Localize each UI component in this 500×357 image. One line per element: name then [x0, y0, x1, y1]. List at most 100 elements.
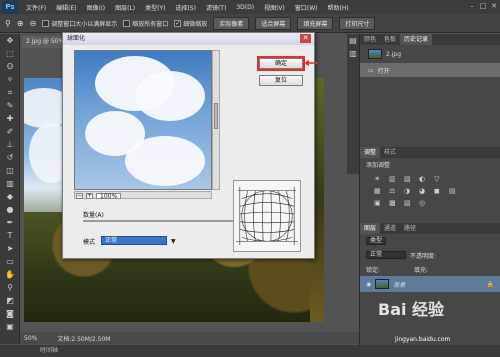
shape-tool-icon[interactable]: ▭ [0, 255, 20, 268]
zoom-tool-icon[interactable]: ⚲ [0, 281, 20, 294]
red-arrow-icon [304, 60, 318, 66]
minimize-icon[interactable]: – [468, 2, 476, 10]
cloud-shape [125, 136, 205, 186]
resize-windows-checkbox[interactable]: 调整窗口大小以满屏显示 [42, 19, 117, 28]
menu-select[interactable]: 选择(S) [170, 3, 201, 12]
lock-label: 锁定: [366, 266, 381, 274]
tab-history[interactable]: 历史记录 [400, 34, 433, 45]
hand-tool-icon[interactable]: ✋ [0, 268, 20, 281]
scrubby-zoom-checkbox[interactable]: ✓ 细微缩放 [174, 19, 207, 28]
menu-window[interactable]: 窗口(W) [290, 3, 323, 12]
blur-tool-icon[interactable]: ◆ [0, 190, 20, 203]
history-brush-tool-icon[interactable]: ↺ [0, 151, 20, 164]
zoom-level[interactable]: 50% [24, 335, 37, 342]
ok-button[interactable]: 确定 [257, 56, 305, 71]
gradient-map-icon[interactable]: ◎ [419, 199, 430, 207]
exposure-icon[interactable]: ◐ [419, 175, 430, 183]
levels-icon[interactable]: ▥ [389, 175, 400, 183]
color-balance-icon[interactable]: ⚖ [389, 187, 400, 195]
zoom-tool-icon[interactable]: ⚲ [5, 19, 11, 28]
quick-mask-icon[interactable]: ◙ [0, 307, 20, 320]
posterize-icon[interactable]: ▩ [389, 199, 400, 207]
chevron-down-icon[interactable]: ▼ [171, 238, 176, 245]
gradient-tool-icon[interactable]: ▥ [0, 177, 20, 190]
menu-edit[interactable]: 编辑(E) [51, 3, 81, 12]
layer-background[interactable]: ◉ 背景 🔒 [360, 276, 500, 292]
tab-color[interactable]: 颜色 [360, 34, 380, 45]
zoom-in-icon[interactable]: ⊕ [17, 19, 24, 28]
opacity-label: 不透明度: [410, 252, 437, 260]
eyedropper-tool-icon[interactable]: ✎ [0, 99, 20, 112]
channel-mixer-icon[interactable]: ◼ [434, 187, 445, 195]
brush-tool-icon[interactable]: ✐ [0, 125, 20, 138]
eraser-tool-icon[interactable]: ◫ [0, 164, 20, 177]
curves-icon[interactable]: ▧ [404, 175, 415, 183]
layer-kind-filter[interactable]: 类型 [366, 237, 387, 245]
zoom-out-button[interactable]: − [76, 193, 83, 199]
baidu-watermark: Bai 经验 [378, 300, 445, 319]
menu-filter[interactable]: 滤镜(T) [201, 3, 231, 12]
mode-select[interactable]: 正常 [101, 236, 167, 245]
invert-icon[interactable]: ▣ [374, 199, 385, 207]
history-icon[interactable]: ▤ [347, 34, 359, 47]
menu-help[interactable]: 帮助(H) [323, 3, 354, 12]
history-open-icon: ▭ [368, 66, 374, 74]
doc-info[interactable]: 文档:2.50M/2.50M [57, 334, 110, 343]
screen-mode-icon[interactable]: ▣ [0, 320, 20, 333]
scrollbar-thumb[interactable] [214, 103, 218, 129]
brightness-icon[interactable]: ☀ [374, 175, 385, 183]
crop-tool-icon[interactable]: ⌗ [0, 86, 20, 99]
blend-mode-select[interactable]: 正常 [366, 251, 406, 259]
maximize-icon[interactable]: □ [479, 2, 487, 10]
menu-image[interactable]: 图像(I) [82, 3, 110, 12]
clone-stamp-tool-icon[interactable]: ⊥ [0, 138, 20, 151]
menu-layer[interactable]: 图层(L) [110, 3, 140, 12]
eye-icon[interactable]: ◉ [366, 281, 371, 288]
close-icon[interactable]: ✕ [300, 34, 311, 43]
hue-saturation-icon[interactable]: ▦ [374, 187, 385, 195]
threshold-icon[interactable]: ▨ [404, 199, 415, 207]
watermark-url: jingyan.baidu.com [395, 336, 451, 343]
menu-3d[interactable]: 3D(D) [231, 4, 259, 11]
zoom-all-windows-checkbox[interactable]: 缩放所有窗口 [123, 19, 168, 28]
move-tool-icon[interactable]: ✥ [0, 34, 20, 47]
menu-type[interactable]: 类型(Y) [140, 3, 170, 12]
zoom-in-button[interactable]: + [86, 193, 93, 199]
fit-screen-button[interactable]: 适合屏幕 [255, 16, 292, 30]
timeline-panel-tab[interactable]: 时间轴 [0, 345, 500, 357]
color-swatches-icon[interactable]: ◩ [0, 294, 20, 307]
tab-channels[interactable]: 通道 [380, 223, 400, 234]
marquee-tool-icon[interactable]: ⬚ [0, 47, 20, 60]
zoom-out-icon[interactable]: ⊖ [30, 19, 37, 28]
actual-pixels-button[interactable]: 实际像素 [213, 16, 250, 30]
properties-icon[interactable]: ▥ [347, 47, 359, 60]
close-icon[interactable]: ✕ [490, 2, 498, 10]
dodge-tool-icon[interactable]: ● [0, 203, 20, 216]
pen-tool-icon[interactable]: ✒ [0, 216, 20, 229]
lock-icon: 🔒 [486, 280, 494, 288]
filter-preview[interactable] [74, 50, 212, 190]
tab-layers[interactable]: 图层 [360, 223, 381, 234]
tab-adjustments[interactable]: 调整 [360, 147, 381, 158]
color-lookup-icon[interactable]: ▤ [449, 187, 460, 195]
vibrance-icon[interactable]: ▽ [434, 175, 445, 183]
tab-swatches[interactable]: 色板 [380, 34, 400, 45]
magic-wand-tool-icon[interactable]: ✧ [0, 73, 20, 86]
menu-file[interactable]: 文件(F) [21, 3, 51, 12]
history-snapshot[interactable]: 2.jpg [360, 45, 500, 63]
fill-screen-button[interactable]: 填充屏幕 [297, 16, 334, 30]
black-white-icon[interactable]: ◑ [404, 187, 415, 195]
healing-brush-tool-icon[interactable]: ✚ [0, 112, 20, 125]
reset-button[interactable]: 复位 [259, 75, 303, 86]
checkbox-label: 调整窗口大小以满屏显示 [51, 20, 118, 28]
type-tool-icon[interactable]: T [0, 229, 20, 242]
tab-styles[interactable]: 样式 [380, 147, 400, 158]
photo-filter-icon[interactable]: ◕ [419, 187, 430, 195]
history-item-open[interactable]: ▭ 打开 [360, 63, 500, 77]
preview-vertical-scrollbar[interactable] [212, 50, 220, 190]
print-size-button[interactable]: 打印尺寸 [339, 16, 376, 30]
path-selection-tool-icon[interactable]: ➤ [0, 242, 20, 255]
lasso-tool-icon[interactable]: ʘ [0, 60, 20, 73]
tab-paths[interactable]: 路径 [400, 223, 420, 234]
menu-view[interactable]: 视图(V) [259, 3, 290, 12]
